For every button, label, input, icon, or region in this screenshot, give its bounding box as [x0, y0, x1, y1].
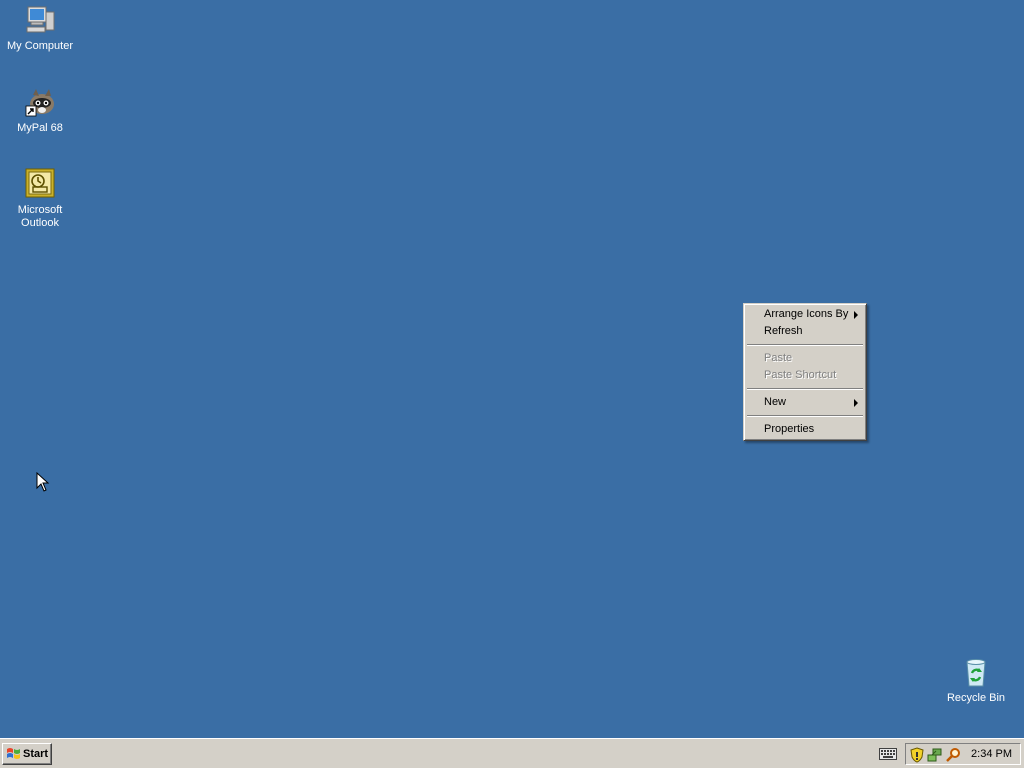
menu-item-label: Arrange Icons By [764, 308, 849, 320]
desktop-icon-label: Recycle Bin [946, 692, 1006, 704]
menu-item-label: Paste [764, 352, 793, 364]
outlook-icon [24, 168, 56, 200]
desktop-icon-label: My Computer [6, 40, 74, 52]
menu-item-label: Properties [764, 423, 815, 435]
taskbar: Start 2:34 PM [0, 738, 1024, 768]
mouse-pointer-icon [36, 472, 50, 492]
desktop[interactable]: My Computer MyPal 68 Microsoft Outlook R… [0, 0, 1024, 738]
submenu-arrow-icon [854, 311, 858, 319]
desktop-icon-mypal[interactable]: MyPal 68 [2, 86, 78, 135]
desktop-icon-outlook[interactable]: Microsoft Outlook [2, 168, 78, 230]
menu-item-label: Paste Shortcut [764, 369, 837, 381]
desktop-context-menu: Arrange Icons By Refresh Paste Paste Sho… [743, 303, 867, 441]
network-icon[interactable] [927, 747, 943, 763]
desktop-icon-label: Microsoft Outlook [17, 204, 63, 229]
menu-separator [747, 344, 863, 346]
menu-item-properties[interactable]: Properties [746, 421, 864, 438]
recycle-bin-icon [960, 656, 992, 688]
menu-item-paste: Paste [746, 350, 864, 367]
keyboard-icon[interactable] [879, 748, 897, 760]
mypal-raccoon-icon [24, 86, 56, 118]
menu-item-refresh[interactable]: Refresh [746, 323, 864, 340]
submenu-arrow-icon [854, 399, 858, 407]
security-shield-icon[interactable] [909, 747, 925, 763]
menu-item-label: Refresh [764, 325, 803, 337]
menu-separator [747, 415, 863, 417]
clock[interactable]: 2:34 PM [971, 744, 1012, 764]
menu-item-arrange-icons-by[interactable]: Arrange Icons By [746, 306, 864, 323]
menu-item-paste-shortcut: Paste Shortcut [746, 367, 864, 384]
desktop-icon-recycle-bin[interactable]: Recycle Bin [938, 656, 1014, 705]
search-icon[interactable] [945, 747, 961, 763]
start-label: Start [23, 748, 49, 760]
start-button[interactable]: Start [2, 743, 52, 765]
menu-item-label: New [764, 396, 787, 408]
desktop-icon-label: MyPal 68 [17, 122, 63, 134]
system-tray: 2:34 PM [905, 743, 1021, 765]
my-computer-icon [24, 4, 56, 36]
windows-flag-icon [7, 748, 20, 759]
desktop-icon-my-computer[interactable]: My Computer [2, 4, 78, 53]
menu-item-new[interactable]: New [746, 394, 864, 411]
menu-separator [747, 388, 863, 390]
